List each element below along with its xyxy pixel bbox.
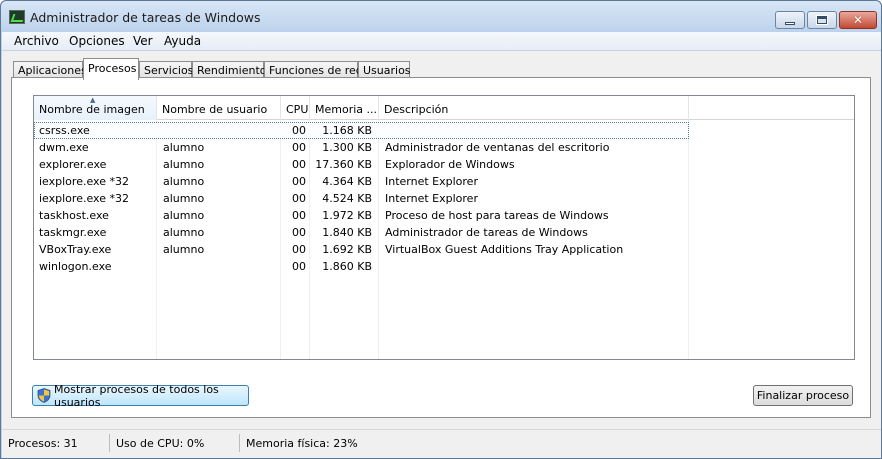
- sort-ascending-icon: ▲: [90, 96, 96, 104]
- table-row[interactable]: csrss.exe 00 1.168 KB: [34, 122, 689, 139]
- process-description: Proceso de host para tareas de Windows: [385, 209, 609, 222]
- process-memory: 1.300 KB: [322, 141, 372, 154]
- process-cpu: 00: [292, 243, 306, 256]
- process-user: alumno: [163, 158, 205, 171]
- menu-ayuda[interactable]: Ayuda: [164, 34, 201, 48]
- process-name: taskmgr.exe: [39, 226, 107, 239]
- table-row[interactable]: iexplore.exe *32 alumno 00 4.364 KB Inte…: [34, 173, 689, 190]
- process-description: Administrador de tareas de Windows: [385, 226, 588, 239]
- process-cpu: 00: [292, 124, 306, 137]
- client-area: Aplicaciones Procesos Servicios Rendimie…: [2, 51, 881, 429]
- tab-procesos[interactable]: Procesos: [83, 58, 139, 80]
- close-button[interactable]: ✕: [839, 11, 877, 29]
- process-cpu: 00: [292, 209, 306, 222]
- process-description: Administrador de ventanas del escritorio: [385, 141, 610, 154]
- process-user: alumno: [163, 226, 205, 239]
- process-name: taskhost.exe: [39, 209, 109, 222]
- column-header-label: Nombre de usuario: [162, 103, 268, 116]
- process-memory: 1.860 KB: [322, 260, 372, 273]
- table-row[interactable]: winlogon.exe 00 1.860 KB: [34, 258, 689, 275]
- status-physical-memory: Memoria física: 23%: [246, 437, 358, 450]
- column-header-description[interactable]: Descripción: [379, 96, 689, 120]
- column-header-label: CPU: [286, 103, 309, 116]
- column-header-user-name[interactable]: Nombre de usuario: [157, 96, 281, 120]
- process-user: alumno: [163, 192, 205, 205]
- process-name: winlogon.exe: [39, 260, 112, 273]
- column-header-label: Memoria ...: [315, 103, 378, 116]
- process-memory: 1.840 KB: [322, 226, 372, 239]
- process-cpu: 00: [292, 141, 306, 154]
- process-description: Internet Explorer: [385, 192, 478, 205]
- menu-bar: Archivo Opciones Ver Ayuda: [2, 32, 881, 51]
- process-memory: 1.972 KB: [322, 209, 372, 222]
- process-cpu: 00: [292, 260, 306, 273]
- list-header: ▲ Nombre de imagen Nombre de usuario CPU…: [34, 96, 854, 120]
- window-title: Administrador de tareas de Windows: [30, 10, 261, 25]
- table-row[interactable]: taskmgr.exe alumno 00 1.840 KB Administr…: [34, 224, 689, 241]
- process-user: alumno: [163, 209, 205, 222]
- process-cpu: 00: [292, 192, 306, 205]
- task-manager-icon: [9, 10, 25, 24]
- process-cpu: 00: [292, 175, 306, 188]
- table-row[interactable]: VBoxTray.exe alumno 00 1.692 KB VirtualB…: [34, 241, 689, 258]
- table-row[interactable]: taskhost.exe alumno 00 1.972 KB Proceso …: [34, 207, 689, 224]
- table-row[interactable]: explorer.exe alumno 00 17.360 KB Explora…: [34, 156, 689, 173]
- process-description: VirtualBox Guest Additions Tray Applicat…: [385, 243, 624, 256]
- process-name: csrss.exe: [39, 124, 90, 137]
- status-cpu-usage: Uso de CPU: 0%: [110, 434, 240, 452]
- process-memory: 1.168 KB: [322, 124, 372, 137]
- process-name: dwm.exe: [39, 141, 89, 154]
- process-name: explorer.exe: [39, 158, 107, 171]
- show-all-processes-button[interactable]: Mostrar procesos de todos los usuarios: [32, 382, 249, 409]
- title-bar[interactable]: Administrador de tareas de Windows ✕: [1, 1, 881, 32]
- process-name: iexplore.exe *32: [39, 175, 129, 188]
- menu-ver[interactable]: Ver: [133, 34, 153, 48]
- process-memory: 1.692 KB: [322, 243, 372, 256]
- process-description: Explorador de Windows: [385, 158, 515, 171]
- maximize-button[interactable]: [807, 11, 837, 29]
- maximize-icon: [816, 15, 828, 25]
- uac-shield-icon: [37, 388, 51, 403]
- column-header-label: Nombre de imagen: [39, 103, 145, 116]
- process-memory: 4.364 KB: [322, 175, 372, 188]
- menu-opciones[interactable]: Opciones: [69, 34, 125, 48]
- status-bar: Procesos: 31 Uso de CPU: 0% Memoria físi…: [2, 429, 881, 458]
- process-name: iexplore.exe *32: [39, 192, 129, 205]
- process-description: Internet Explorer: [385, 175, 478, 188]
- process-user: alumno: [163, 175, 205, 188]
- column-header-memory[interactable]: Memoria ...: [310, 96, 379, 120]
- close-icon: ✕: [852, 13, 864, 27]
- end-process-button[interactable]: Finalizar proceso: [753, 385, 853, 406]
- table-row[interactable]: dwm.exe alumno 00 1.300 KB Administrador…: [34, 139, 689, 156]
- process-user: alumno: [163, 141, 205, 154]
- process-name: VBoxTray.exe: [39, 243, 112, 256]
- process-memory: 4.524 KB: [322, 192, 372, 205]
- processes-tab-page: ▲ Nombre de imagen Nombre de usuario CPU…: [11, 77, 871, 418]
- status-processes: Procesos: 31: [2, 434, 110, 452]
- process-memory: 17.360 KB: [315, 158, 372, 171]
- table-row[interactable]: iexplore.exe *32 alumno 00 4.524 KB Inte…: [34, 190, 689, 207]
- show-all-processes-label: Mostrar procesos de todos los usuarios: [54, 382, 219, 409]
- task-manager-window: Administrador de tareas de Windows ✕ Arc…: [0, 0, 882, 459]
- column-header-cpu[interactable]: CPU: [281, 96, 310, 120]
- process-cpu: 00: [292, 226, 306, 239]
- column-header-image-name[interactable]: ▲ Nombre de imagen: [34, 96, 157, 120]
- menu-archivo[interactable]: Archivo: [14, 34, 59, 48]
- process-user: alumno: [163, 243, 205, 256]
- column-header-label: Descripción: [384, 103, 449, 116]
- minimize-icon: [785, 21, 795, 25]
- process-list[interactable]: ▲ Nombre de imagen Nombre de usuario CPU…: [33, 95, 855, 360]
- minimize-button[interactable]: [775, 11, 805, 29]
- process-cpu: 00: [292, 158, 306, 171]
